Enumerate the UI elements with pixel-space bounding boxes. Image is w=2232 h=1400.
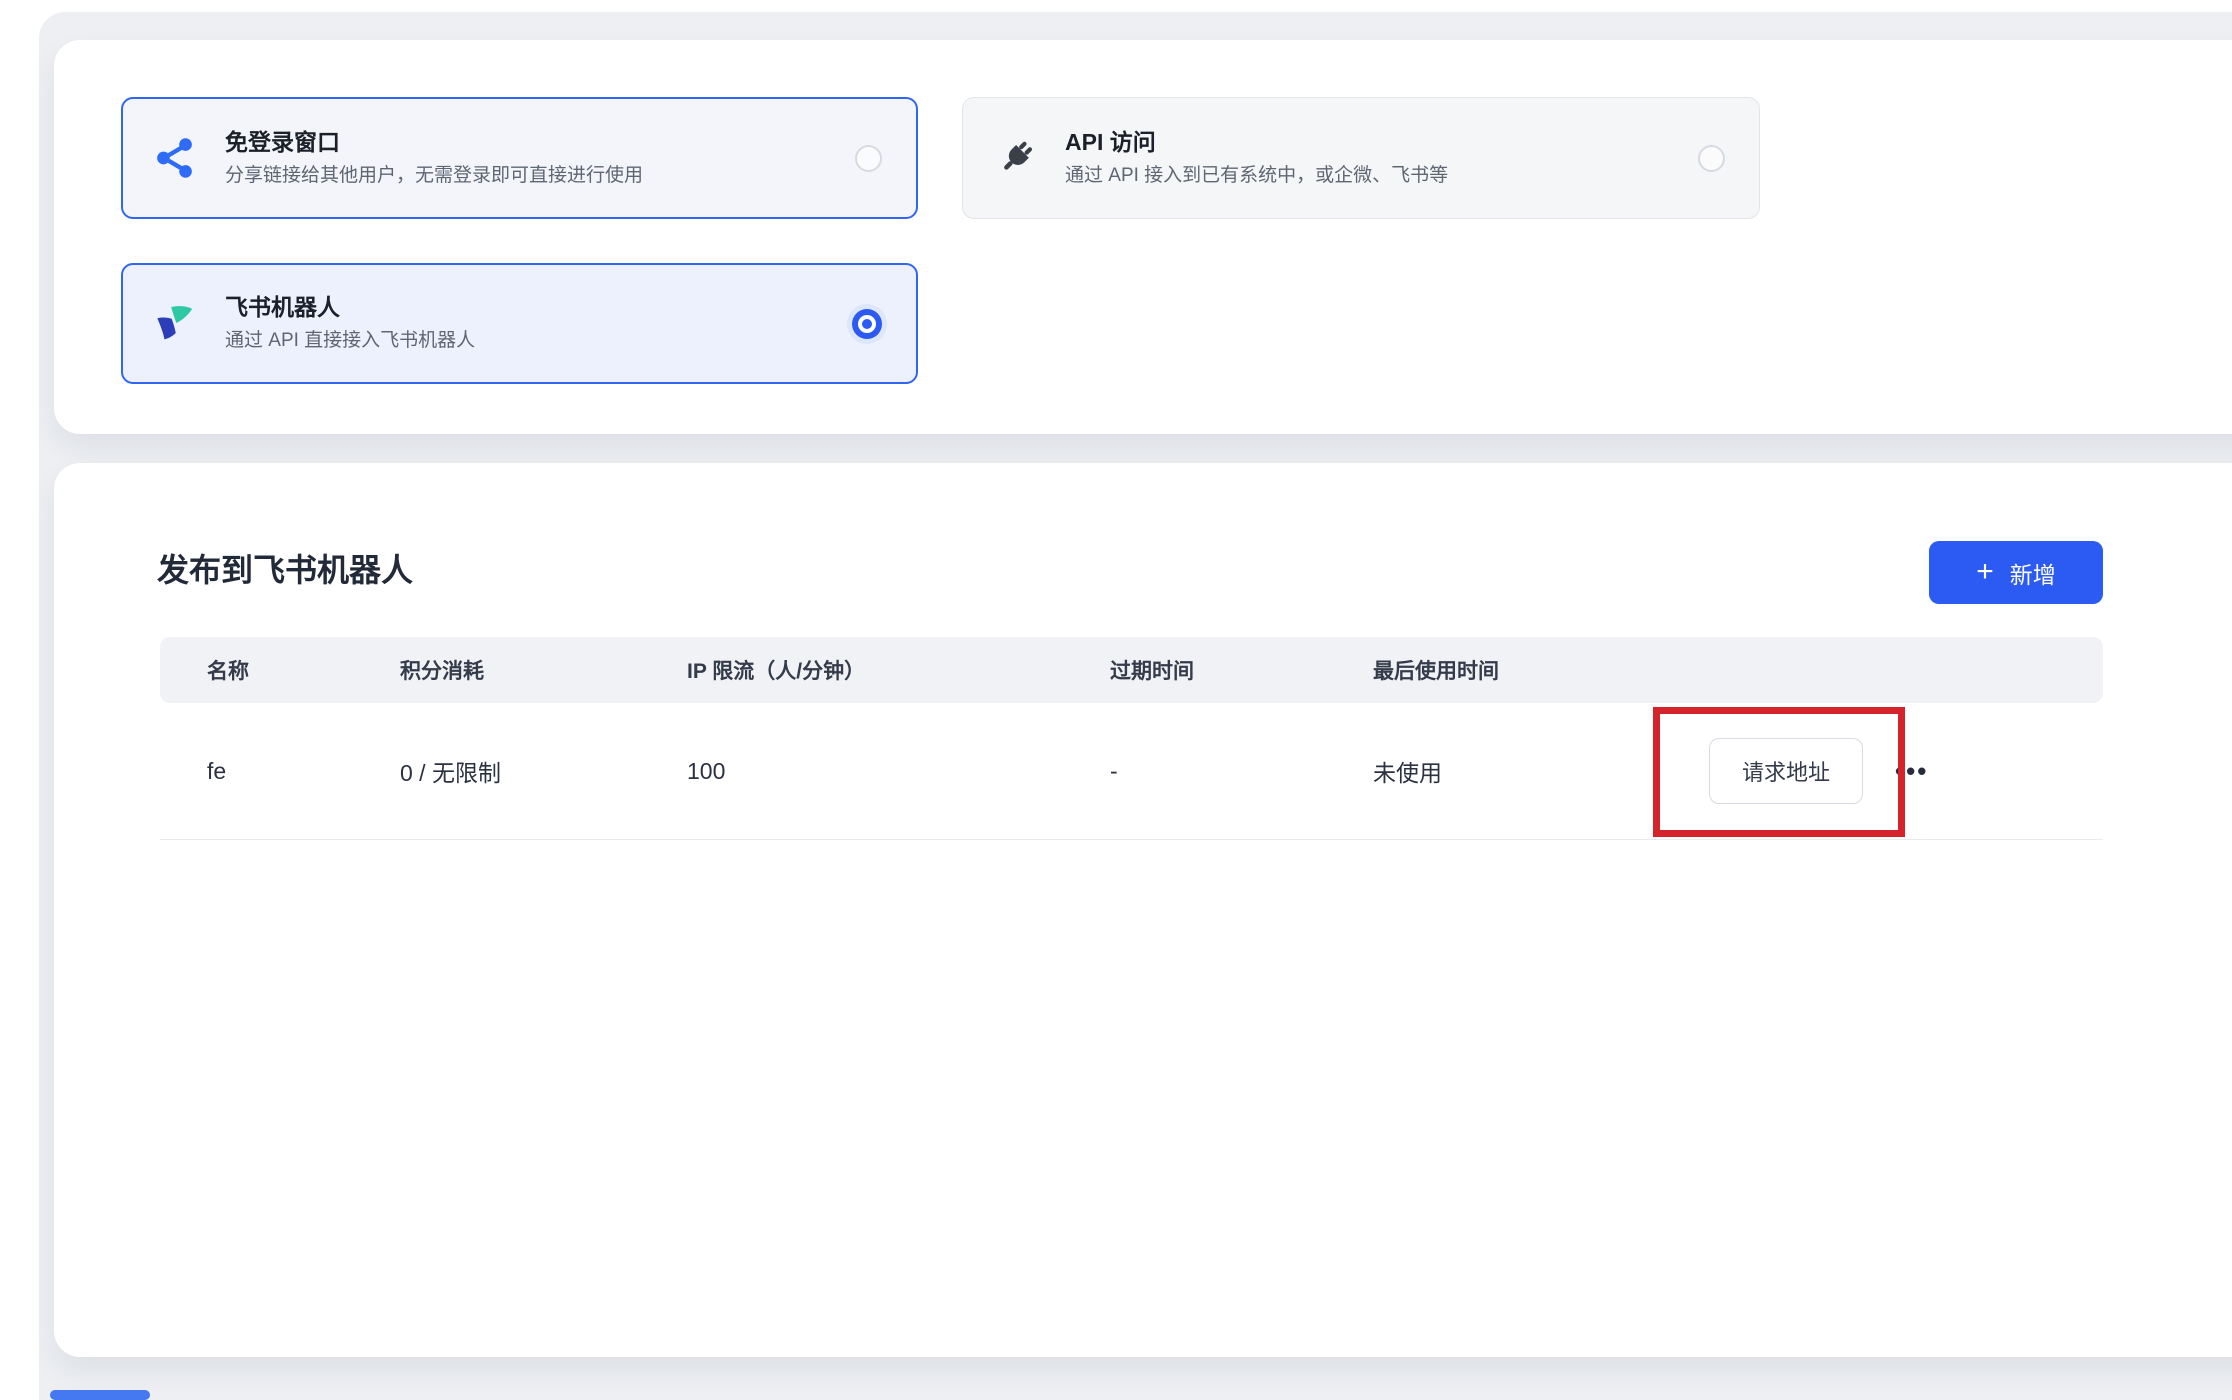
option-card-title: 飞书机器人 [225, 293, 475, 322]
add-button[interactable]: + 新增 [1929, 541, 2103, 604]
section-title: 发布到飞书机器人 [157, 545, 413, 591]
radio-selected-icon[interactable] [852, 309, 882, 339]
row-actions: 请求地址 ••• [1703, 738, 2103, 804]
table-row: fe 0 / 无限制 100 - 未使用 请求地址 ••• [160, 703, 2103, 840]
request-address-button[interactable]: 请求地址 [1709, 738, 1863, 804]
add-button-label: 新增 [2010, 556, 2056, 590]
plug-icon [991, 134, 1039, 182]
table-header: 名称 积分消耗 IP 限流（人/分钟） 过期时间 最后使用时间 [160, 637, 2103, 703]
col-header-expire: 过期时间 [1110, 655, 1373, 685]
option-card-feishu-bot[interactable]: 飞书机器人 通过 API 直接接入飞书机器人 [121, 263, 918, 384]
radio-unselected-icon[interactable] [855, 145, 882, 172]
more-actions-icon[interactable]: ••• [1895, 756, 1928, 787]
cell-ip-limit: 100 [687, 758, 1110, 785]
option-card-subtitle: 通过 API 直接接入飞书机器人 [225, 329, 475, 354]
feishu-icon [151, 300, 199, 348]
option-card-title: 免登录窗口 [225, 128, 643, 157]
option-card-subtitle: 通过 API 接入到已有系统中，或企微、飞书等 [1065, 164, 1448, 189]
option-card-no-login[interactable]: 免登录窗口 分享链接给其他用户，无需登录即可直接进行使用 [121, 97, 918, 219]
option-card-subtitle: 分享链接给其他用户，无需登录即可直接进行使用 [225, 164, 643, 189]
option-card-title: API 访问 [1065, 128, 1448, 157]
col-header-ip-limit: IP 限流（人/分钟） [687, 655, 1110, 685]
col-header-name: 名称 [207, 655, 400, 685]
publish-options-panel: 免登录窗口 分享链接给其他用户，无需登录即可直接进行使用 API 访问 通过 A… [54, 40, 2232, 434]
col-header-points: 积分消耗 [400, 655, 687, 685]
option-card-api-access[interactable]: API 访问 通过 API 接入到已有系统中，或企微、飞书等 [962, 97, 1760, 219]
cell-expire: - [1110, 758, 1373, 785]
share-icon [151, 134, 199, 182]
plus-icon: + [1976, 557, 1994, 587]
cell-name: fe [207, 758, 400, 785]
col-header-last-used: 最后使用时间 [1373, 655, 1703, 685]
cell-last-used: 未使用 [1373, 754, 1703, 788]
feishu-bot-panel: 发布到飞书机器人 + 新增 名称 积分消耗 IP 限流（人/分钟） 过期时间 最… [54, 463, 2232, 1357]
cell-points: 0 / 无限制 [400, 754, 687, 788]
bottom-scrollbar[interactable] [50, 1390, 150, 1400]
radio-unselected-icon[interactable] [1698, 145, 1725, 172]
